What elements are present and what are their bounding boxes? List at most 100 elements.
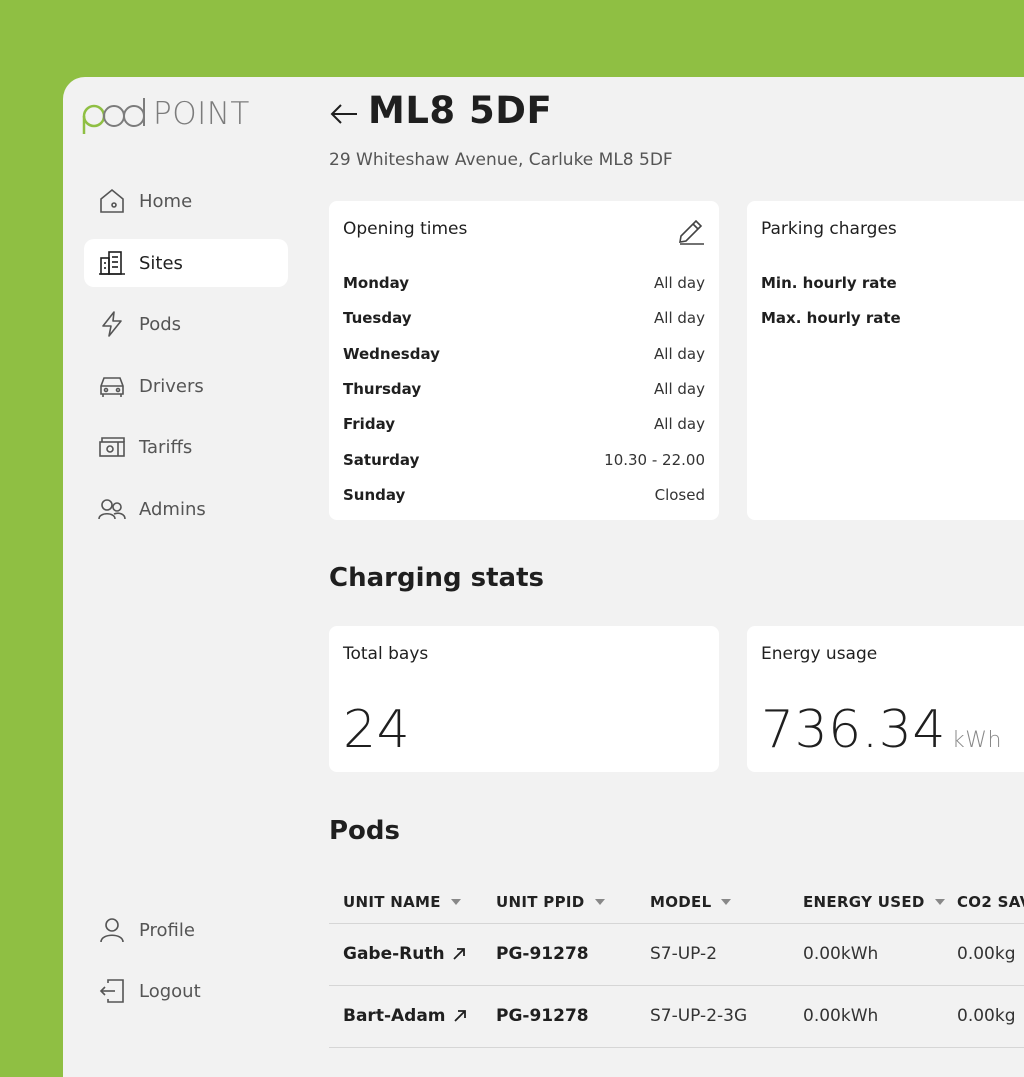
column-header-model[interactable]: MODEL (650, 893, 732, 911)
co2-saved: 0.00kg (957, 944, 1016, 964)
energy-used: 0.00kWh (803, 944, 879, 964)
hours-value: Closed (654, 486, 705, 504)
building-icon (97, 248, 127, 278)
sidebar-item-label: Pods (139, 313, 182, 335)
car-icon (97, 371, 127, 401)
sort-caret-icon (450, 899, 461, 905)
sort-caret-icon (594, 899, 605, 905)
unit-name: Bart-Adam (343, 1006, 446, 1026)
sidebar-item-home[interactable]: Home (84, 177, 288, 225)
pods-heading: Pods (329, 816, 401, 846)
sidebar-item-label: Profile (139, 919, 195, 941)
parking-row: Min. hourly rate (761, 271, 1024, 295)
opening-row: Wednesday All day (343, 342, 705, 366)
total-bays-card: Total bays 24 (329, 626, 719, 772)
total-bays-value: 24 (343, 700, 410, 760)
opening-row: Saturday 10.30 - 22.00 (343, 448, 705, 472)
day-label: Sunday (343, 486, 406, 504)
parking-row: Max. hourly rate (761, 306, 1024, 330)
sidebar-item-label: Logout (139, 980, 201, 1002)
sidebar-item-profile[interactable]: Profile (84, 906, 288, 954)
pod-point-logo[interactable]: POINT (81, 90, 250, 138)
day-label: Monday (343, 274, 410, 292)
logout-icon (97, 976, 127, 1006)
cash-icon (97, 432, 127, 462)
unit-name-link[interactable]: Gabe-Ruth (343, 944, 467, 964)
lightning-icon (97, 309, 127, 339)
energy-used: 0.00kWh (803, 1006, 879, 1026)
sidebar-item-drivers[interactable]: Drivers (84, 362, 288, 410)
table-header: UNIT NAME UNIT PPID MODEL ENERGY USED CO… (329, 883, 1024, 924)
opening-row: Friday All day (343, 412, 705, 436)
charging-stats-heading: Charging stats (329, 563, 545, 593)
stat-number: 24 (343, 700, 411, 760)
rate-label: Min. hourly rate (761, 274, 897, 292)
column-header-co2-saved[interactable]: CO2 SAV (957, 893, 1024, 911)
card-title: Parking charges (761, 219, 897, 239)
sidebar-item-logout[interactable]: Logout (84, 967, 288, 1015)
table-row[interactable]: Bart-Adam PG-91278 S7-UP-2-3G 0.00kWh 0.… (329, 986, 1024, 1048)
unit-ppid: PG-91278 (496, 944, 589, 964)
model: S7-UP-2-3G (650, 1006, 748, 1026)
sidebar-item-label: Drivers (139, 375, 204, 397)
card-title: Total bays (343, 644, 429, 664)
day-label: Saturday (343, 451, 420, 469)
sidebar-item-label: Admins (139, 498, 206, 520)
day-label: Thursday (343, 380, 422, 398)
energy-usage-card: Energy usage 736.34 kWh (747, 626, 1024, 772)
day-label: Tuesday (343, 309, 412, 327)
home-icon (97, 186, 127, 216)
column-header-energy-used[interactable]: ENERGY USED (803, 893, 945, 911)
opening-row: Tuesday All day (343, 306, 705, 330)
column-label: UNIT NAME (343, 893, 441, 911)
pod-logo-mark (82, 98, 145, 134)
stat-number: 736.34 (761, 700, 946, 760)
sidebar-item-label: Sites (139, 252, 183, 274)
card-title: Energy usage (761, 644, 878, 664)
sort-caret-icon (934, 899, 945, 905)
sidebar-item-sites[interactable]: Sites (84, 239, 288, 287)
external-link-icon (453, 1010, 466, 1022)
external-link-icon (452, 948, 465, 960)
edit-opening-times-button[interactable] (675, 215, 707, 247)
hours-value: All day (654, 274, 705, 292)
sort-caret-icon (721, 899, 732, 905)
opening-times-card: Opening times Monday All day Tuesday All… (329, 201, 719, 520)
co2-saved: 0.00kg (957, 1006, 1016, 1026)
parking-charges-card: Parking charges Min. hourly rate Max. ho… (747, 201, 1024, 520)
hours-value: All day (654, 415, 705, 433)
rate-label: Max. hourly rate (761, 309, 901, 327)
sidebar-item-pods[interactable]: Pods (84, 300, 288, 348)
user-icon (97, 915, 127, 945)
unit-name-link[interactable]: Bart-Adam (343, 1006, 468, 1026)
column-header-unit-name[interactable]: UNIT NAME (343, 893, 461, 911)
column-label: MODEL (650, 893, 712, 911)
pencil-icon (679, 219, 704, 245)
unit-name: Gabe-Ruth (343, 944, 445, 964)
column-label: ENERGY USED (803, 893, 925, 911)
day-label: Friday (343, 415, 396, 433)
logo-wordmark: POINT (153, 96, 250, 132)
energy-usage-value: 736.34 kWh (761, 700, 1002, 760)
app-window: POINT Home Sites Pods Drivers Tariffs Ad… (63, 77, 1024, 1077)
model: S7-UP-2 (650, 944, 718, 964)
hours-value: All day (654, 380, 705, 398)
sidebar-item-tariffs[interactable]: Tariffs (84, 423, 288, 471)
column-label: CO2 SAV (957, 893, 1024, 911)
users-icon (97, 494, 127, 524)
table-row[interactable]: Gabe-Ruth PG-91278 S7-UP-2 0.00kWh 0.00k… (329, 924, 1024, 986)
sidebar-item-admins[interactable]: Admins (84, 485, 288, 533)
stat-unit: kWh (951, 728, 1002, 753)
column-header-unit-ppid[interactable]: UNIT PPID (496, 893, 605, 911)
opening-row: Thursday All day (343, 377, 705, 401)
opening-row: Monday All day (343, 271, 705, 295)
hours-value: 10.30 - 22.00 (604, 451, 705, 469)
sidebar-item-label: Home (139, 190, 193, 212)
day-label: Wednesday (343, 345, 440, 363)
column-label: UNIT PPID (496, 893, 585, 911)
sidebar-item-label: Tariffs (139, 436, 193, 458)
sidebar: POINT Home Sites Pods Drivers Tariffs Ad… (63, 77, 308, 1077)
unit-ppid: PG-91278 (496, 1006, 589, 1026)
back-arrow-icon[interactable] (329, 99, 359, 133)
hours-value: All day (654, 309, 705, 327)
